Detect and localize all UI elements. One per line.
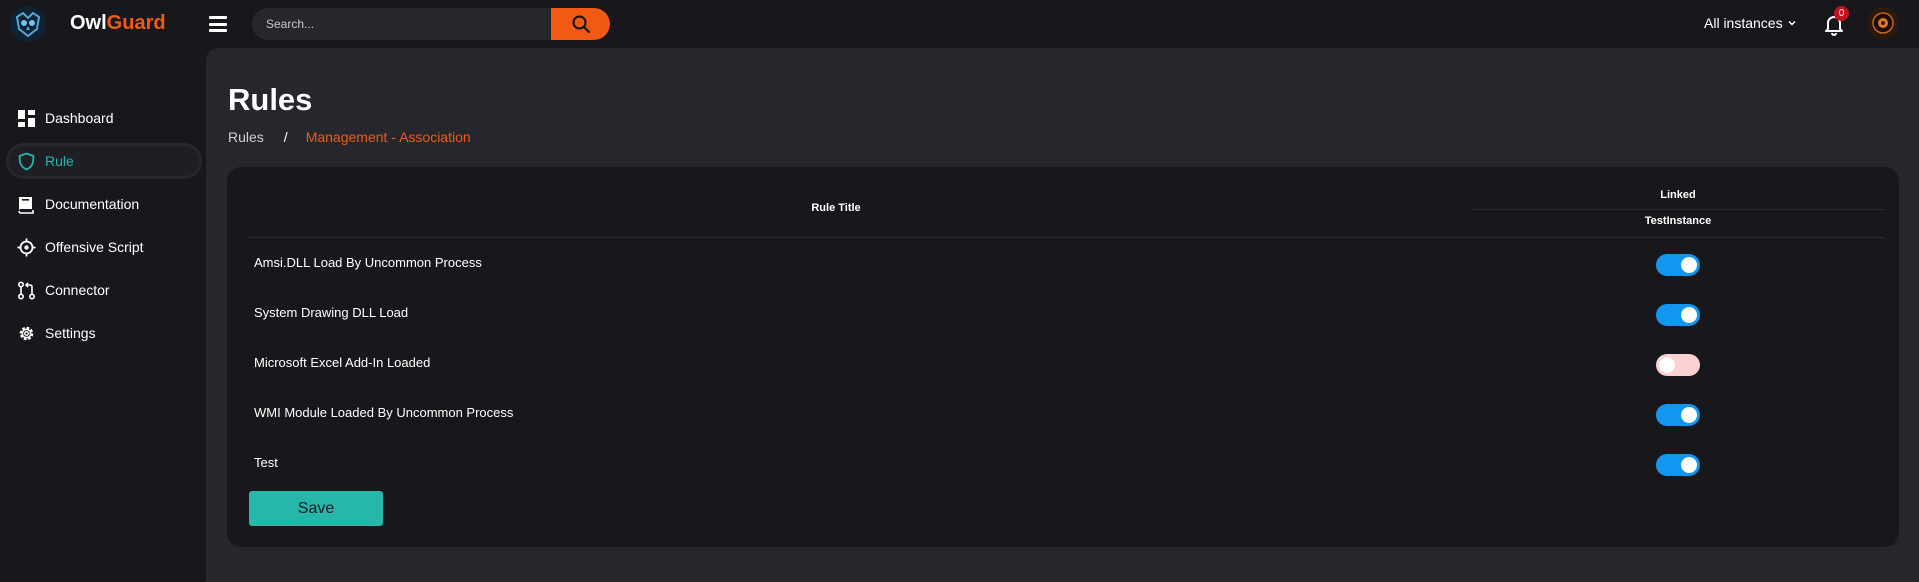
column-header-instance: TestInstance (1644, 215, 1712, 227)
column-header-rule-title: Rule Title (811, 202, 861, 214)
user-avatar-icon (1872, 12, 1894, 34)
linked-toggle[interactable] (1656, 254, 1700, 276)
chevron-down-icon (1788, 21, 1796, 26)
linked-toggle[interactable] (1656, 354, 1700, 376)
sidebar-item-label: Settings (45, 325, 96, 341)
sidebar-item-label: Connector (45, 282, 110, 298)
sidebar-item-dashboard[interactable]: Dashboard (6, 100, 202, 136)
breadcrumb-separator: / (283, 129, 288, 145)
shield-icon (18, 152, 35, 171)
menu-toggle-icon[interactable] (209, 16, 227, 32)
linked-toggle[interactable] (1656, 454, 1700, 476)
rule-title: Microsoft Excel Add-In Loaded (254, 355, 431, 370)
crosshair-icon (17, 238, 36, 257)
instances-label: All instances (1704, 15, 1783, 31)
rule-title: System Drawing DLL Load (254, 305, 409, 320)
book-icon (18, 197, 34, 214)
rule-title: Test (254, 455, 278, 470)
brand-part-guard: Guard (106, 12, 166, 34)
sidebar-item-offensive-script[interactable]: Offensive Script (6, 229, 202, 265)
page-title: Rules (228, 82, 313, 117)
header-divider (249, 237, 1885, 238)
sidebar-item-label: Rule (45, 153, 74, 169)
owl-logo-icon[interactable] (10, 6, 46, 42)
brand-name[interactable]: OwlGuard (70, 12, 166, 35)
git-pull-request-icon (17, 281, 36, 300)
sidebar-item-label: Offensive Script (45, 239, 144, 255)
rules-association-card: Rule Title Linked TestInstance Amsi.DLL … (227, 167, 1899, 547)
top-bar: OwlGuard All instances 0 (0, 0, 1919, 48)
dashboard-icon (18, 110, 35, 127)
breadcrumb: Rules / Management - Association (228, 129, 471, 145)
sidebar-item-settings[interactable]: Settings (6, 315, 202, 351)
brand-part-owl: Owl (70, 12, 107, 34)
instances-dropdown[interactable]: All instances (1704, 15, 1797, 31)
sidebar-item-label: Dashboard (45, 110, 114, 126)
sidebar-item-rule[interactable]: Rule (6, 143, 202, 179)
search-bar (252, 8, 610, 40)
search-input[interactable] (252, 8, 552, 40)
rule-title: Amsi.DLL Load By Uncommon Process (254, 255, 482, 270)
search-icon (572, 15, 590, 34)
sidebar-item-documentation[interactable]: Documentation (6, 186, 202, 222)
sidebar: Dashboard Rule Documentation Offensive S… (0, 48, 206, 582)
gear-icon (19, 326, 34, 341)
column-header-linked: Linked (1660, 189, 1696, 201)
rule-title: WMI Module Loaded By Uncommon Process (254, 405, 514, 420)
search-button[interactable] (551, 8, 610, 40)
linked-toggle[interactable] (1656, 304, 1700, 326)
save-button[interactable]: Save (249, 491, 383, 526)
sidebar-item-label: Documentation (45, 196, 140, 212)
avatar[interactable] (1867, 7, 1899, 39)
linked-toggle[interactable] (1656, 404, 1700, 426)
breadcrumb-root[interactable]: Rules (228, 129, 264, 145)
notification-badge: 0 (1834, 6, 1849, 21)
header-divider (1471, 209, 1885, 210)
main-content: Rules Rules / Management - Association R… (206, 48, 1919, 582)
sidebar-item-connector[interactable]: Connector (6, 272, 202, 308)
breadcrumb-current: Management - Association (305, 129, 471, 145)
